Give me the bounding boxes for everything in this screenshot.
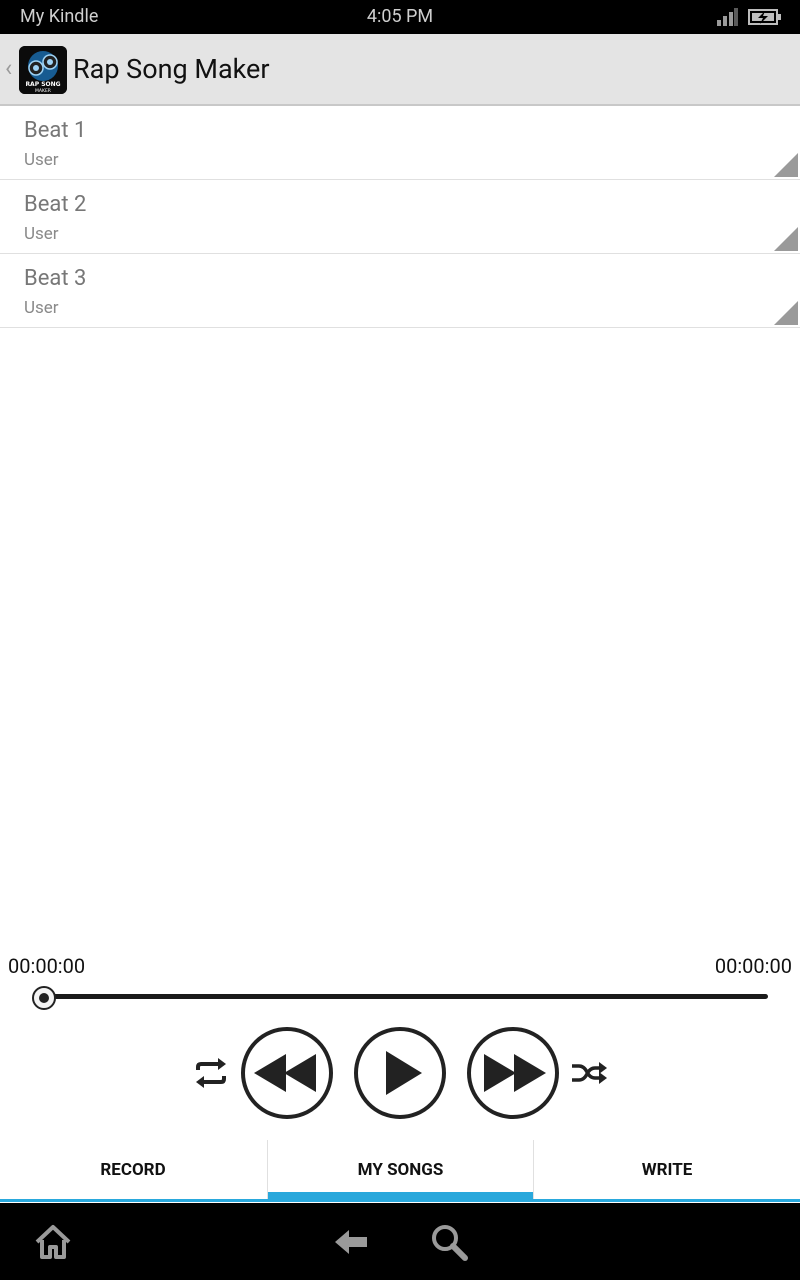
song-artist: User	[24, 298, 59, 318]
rewind-button[interactable]	[240, 1026, 334, 1120]
tab-record[interactable]: RECORD	[0, 1140, 266, 1199]
active-tab-indicator	[268, 1192, 533, 1202]
context-menu-corner-icon[interactable]	[774, 301, 798, 325]
song-title: Beat 2	[24, 192, 87, 217]
song-artist: User	[24, 150, 59, 170]
tab-label: WRITE	[641, 1159, 693, 1180]
shuffle-icon[interactable]	[570, 1058, 608, 1088]
status-bar: My Kindle 4:05 PM	[0, 0, 800, 34]
app-title: Rap Song Maker	[73, 53, 270, 85]
action-bar: ‹ RAP SONG MAKER Rap Song Maker	[0, 34, 800, 106]
home-icon[interactable]	[34, 1223, 72, 1261]
total-time: 00:00:00	[714, 954, 792, 978]
signal-icon	[717, 8, 738, 26]
tab-label: RECORD	[100, 1159, 166, 1180]
repeat-icon[interactable]	[192, 1058, 230, 1088]
play-button[interactable]	[353, 1026, 447, 1120]
list-item[interactable]: Beat 3 User	[0, 254, 800, 328]
song-artist: User	[24, 224, 59, 244]
seek-bar[interactable]	[40, 994, 768, 999]
tab-label: MY SONGS	[357, 1159, 444, 1180]
fast-forward-button[interactable]	[466, 1026, 560, 1120]
tab-write[interactable]: WRITE	[534, 1140, 800, 1199]
elapsed-time: 00:00:00	[8, 954, 86, 978]
context-menu-corner-icon[interactable]	[774, 153, 798, 177]
back-icon[interactable]	[332, 1223, 370, 1261]
battery-charging-icon	[748, 9, 781, 25]
app-logo-text-top: RAP SONG	[25, 81, 60, 88]
navigation-bar	[0, 1203, 800, 1280]
song-title: Beat 3	[24, 266, 87, 291]
tab-my-songs[interactable]: MY SONGS	[267, 1140, 534, 1202]
context-menu-corner-icon[interactable]	[774, 227, 798, 251]
list-item[interactable]: Beat 1 User	[0, 106, 800, 180]
song-title: Beat 1	[24, 118, 87, 143]
up-caret-icon[interactable]: ‹	[5, 56, 12, 80]
status-clock: 4:05 PM	[366, 6, 434, 27]
list-item[interactable]: Beat 2 User	[0, 180, 800, 254]
app-logo-text-bottom: MAKER	[35, 88, 51, 94]
song-list: Beat 1 User Beat 2 User Beat 3 User	[0, 106, 800, 328]
tab-bar: RECORD MY SONGS WRITE	[0, 1140, 800, 1202]
seek-thumb[interactable]	[32, 986, 56, 1010]
app-logo-icon[interactable]: RAP SONG MAKER	[19, 46, 67, 94]
search-icon[interactable]	[430, 1223, 468, 1261]
